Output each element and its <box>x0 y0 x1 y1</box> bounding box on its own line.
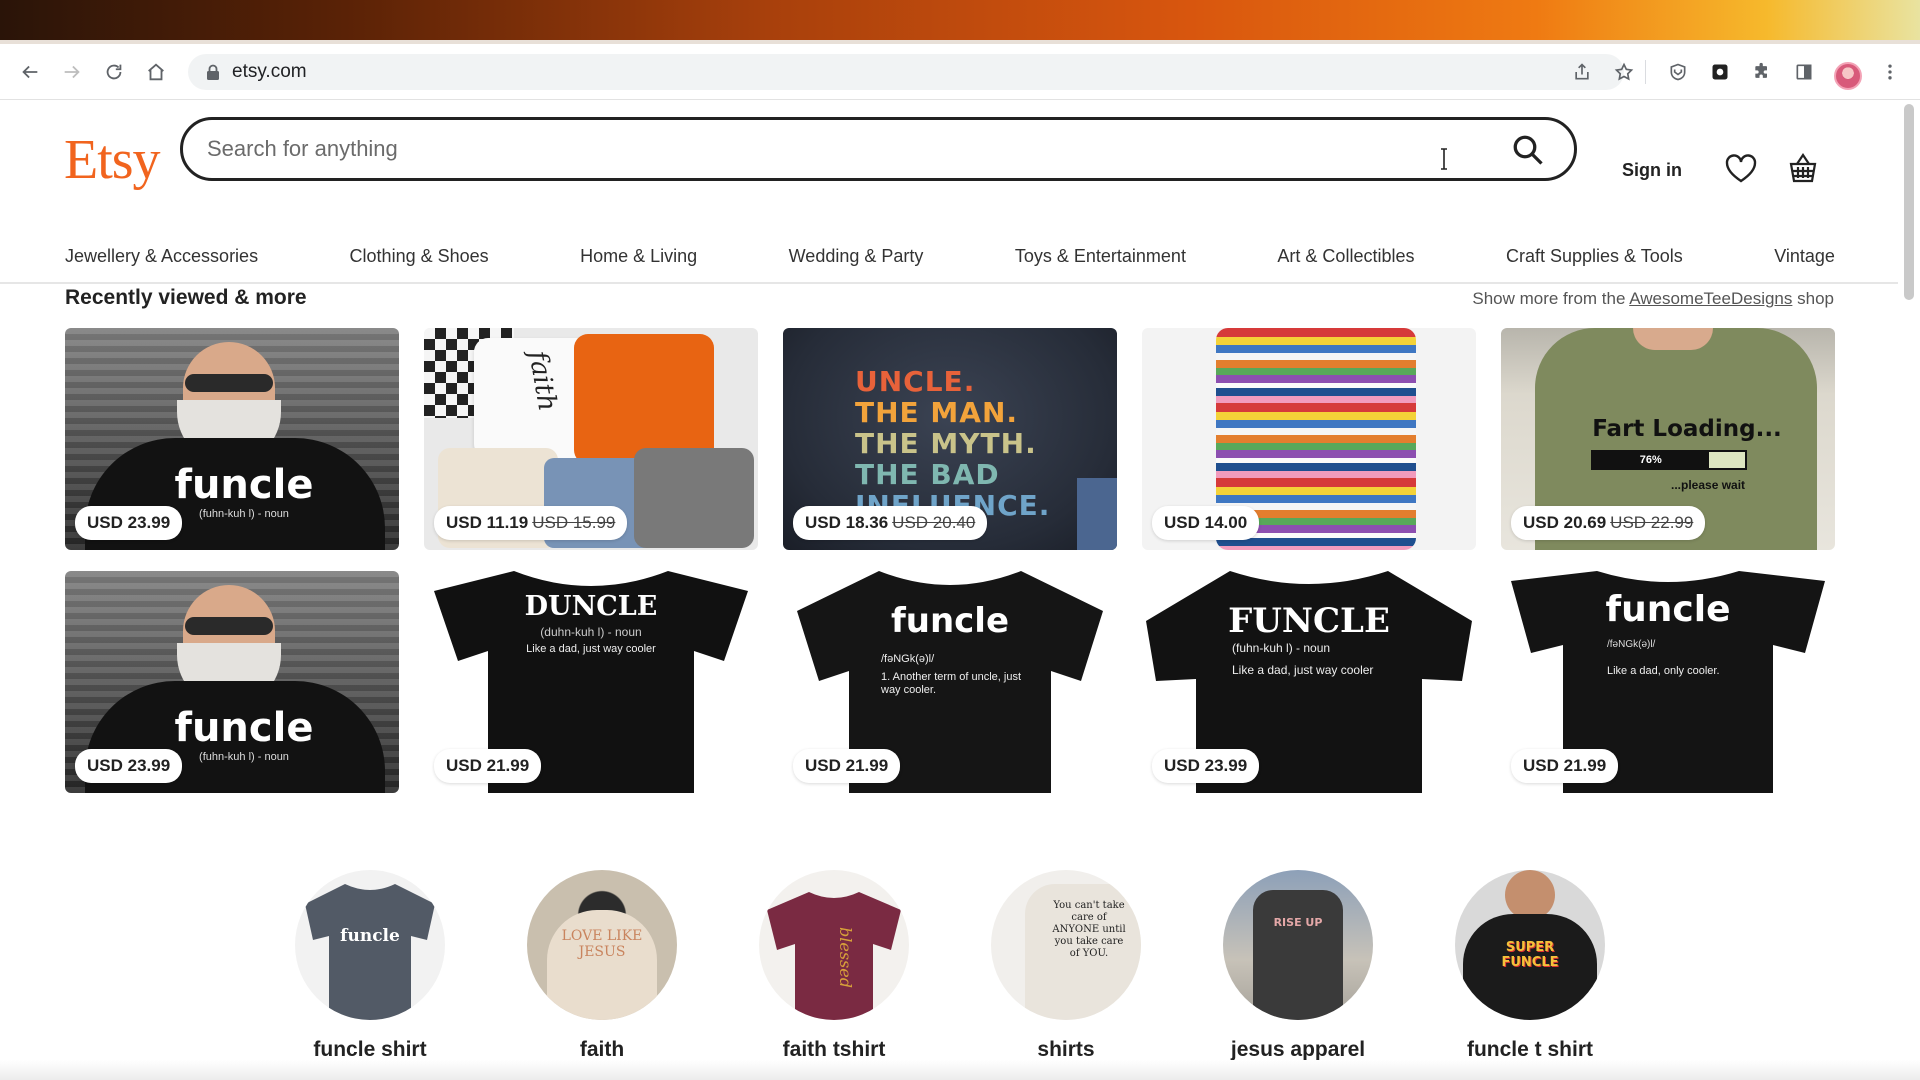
product-card-tshirt-stack[interactable]: USD 14.00 <box>1142 328 1476 550</box>
nav-divider <box>0 282 1898 284</box>
recently-viewed-title: Recently viewed & more <box>65 286 307 309</box>
shirt-print: UNCLE. THE MAN. THE MYTH. THE BAD INFLUE… <box>855 365 1049 521</box>
category-art[interactable]: Art & Collectibles <box>1277 246 1414 267</box>
puzzle-extensions-icon[interactable] <box>1746 56 1778 88</box>
category-vintage[interactable]: Vintage <box>1774 246 1835 267</box>
shop-name-link[interactable]: AwesomeTeeDesigns <box>1629 289 1792 308</box>
suggestion-label: shirts <box>1037 1038 1095 1061</box>
search-bar[interactable] <box>180 117 1577 181</box>
category-craft[interactable]: Craft Supplies & Tools <box>1506 246 1683 267</box>
address-bar[interactable]: etsy.com <box>188 54 1624 90</box>
sign-in-link[interactable]: Sign in <box>1622 160 1682 181</box>
search-suggestion-faith-tshirt[interactable]: blessed faith tshirt <box>744 870 924 1062</box>
shirt-print: funcle <box>174 705 314 751</box>
window-title-bar <box>0 0 1920 44</box>
page-bottom-shade <box>0 1060 1920 1080</box>
product-card-faith[interactable]: faith USD 11.19 USD 15.99 <box>424 328 758 550</box>
product-card-funcle-bold[interactable]: FUNCLE (fuhn-kuh l) - noun Like a dad, j… <box>1142 571 1476 793</box>
profile-avatar[interactable] <box>1834 62 1862 90</box>
product-card-fart-loading[interactable]: Fart Loading... 76% ...please wait USD 2… <box>1501 328 1835 550</box>
suggestion-image: LOVE LIKE JESUS <box>527 870 677 1020</box>
lock-icon <box>207 64 219 80</box>
shirt-print: funcle <box>174 462 314 508</box>
price-tag: USD 23.99 <box>75 506 183 540</box>
page-scrollbar[interactable] <box>1904 104 1914 300</box>
product-card-duncle[interactable]: DUNCLE (duhn-kuh l) - noun Like a dad, j… <box>424 571 758 793</box>
product-card-funcle-definition[interactable]: funcle /fəNGk(ə)l/ 1. Another term of un… <box>783 571 1117 793</box>
suggestion-label: funcle t shirt <box>1466 1038 1593 1061</box>
price-tag: USD 14.00 <box>1152 506 1260 540</box>
search-icon[interactable] <box>1510 132 1546 168</box>
suggestion-image: SUPER FUNCLE <box>1455 870 1605 1020</box>
product-card-uncle-myth[interactable]: UNCLE. THE MAN. THE MYTH. THE BAD INFLUE… <box>783 328 1117 550</box>
price-tag: USD 18.36 USD 20.40 <box>793 506 988 540</box>
suggestion-image: You can't take care of ANYONE until you … <box>991 870 1141 1020</box>
shield-extension-icon[interactable] <box>1662 56 1694 88</box>
category-toys[interactable]: Toys & Entertainment <box>1015 246 1186 267</box>
suggestion-image: blessed <box>759 870 909 1020</box>
search-input[interactable] <box>207 136 1407 162</box>
category-jewellery[interactable]: Jewellery & Accessories <box>65 246 258 267</box>
suggestion-image: RISE UP <box>1223 870 1373 1020</box>
product-card-funcle-man-2[interactable]: funcle (fuhn-kuh l) - noun USD 23.99 <box>65 571 399 793</box>
price-tag: USD 11.19 USD 15.99 <box>434 506 628 540</box>
share-icon[interactable] <box>1564 54 1600 90</box>
toolbar-divider <box>1645 60 1646 84</box>
search-suggestion-faith[interactable]: LOVE LIKE JESUS faith <box>512 870 692 1062</box>
price-tag: USD 23.99 <box>1152 749 1260 783</box>
shirt-print: DUNCLE <box>524 591 658 622</box>
side-panel-icon[interactable] <box>1788 56 1820 88</box>
price-tag: USD 21.99 <box>434 749 542 783</box>
shirt-print: FUNCLE <box>1228 601 1390 641</box>
shop-more-link: Show more from the AwesomeTeeDesigns sho… <box>1472 289 1834 308</box>
browser-toolbar: etsy.com <box>0 44 1920 100</box>
url-text: etsy.com <box>232 61 307 82</box>
etsy-logo[interactable]: Etsy <box>64 132 161 188</box>
product-card-funcle-noun[interactable]: funcle /fəNGk(ə)l/ Like a dad, only cool… <box>1501 571 1835 793</box>
search-suggestion-funcle-t-shirt[interactable]: SUPER FUNCLE funcle t shirt <box>1440 870 1620 1062</box>
loading-bar: 76% <box>1591 450 1747 470</box>
category-home[interactable]: Home & Living <box>580 246 697 267</box>
product-card-funcle-man[interactable]: funcle (fuhn-kuh l) - noun USD 23.99 <box>65 328 399 550</box>
extension-icon[interactable] <box>1704 56 1736 88</box>
suggestion-image: funcle <box>295 870 445 1020</box>
category-clothing[interactable]: Clothing & Shoes <box>350 246 489 267</box>
home-icon[interactable] <box>140 56 172 88</box>
forward-icon[interactable] <box>56 56 88 88</box>
text-cursor-icon <box>1441 148 1447 170</box>
shirt-print: Fart Loading... <box>1592 416 1782 442</box>
category-nav: Jewellery & Accessories Clothing & Shoes… <box>65 246 1835 267</box>
reload-icon[interactable] <box>98 56 130 88</box>
search-suggestion-jesus-apparel[interactable]: RISE UP jesus apparel <box>1208 870 1388 1062</box>
cart-icon[interactable] <box>1788 152 1818 184</box>
category-wedding[interactable]: Wedding & Party <box>789 246 924 267</box>
price-tag: USD 20.69 USD 22.99 <box>1511 506 1706 540</box>
search-suggestion-funcle-shirt[interactable]: funcle funcle shirt <box>280 870 460 1062</box>
price-tag: USD 21.99 <box>793 749 901 783</box>
suggestion-label: faith tshirt <box>782 1038 886 1061</box>
suggestion-label: faith <box>579 1038 625 1061</box>
suggestion-label: jesus apparel <box>1230 1038 1366 1061</box>
price-tag: USD 23.99 <box>75 749 183 783</box>
kebab-menu-icon[interactable] <box>1874 56 1906 88</box>
price-tag: USD 21.99 <box>1511 749 1619 783</box>
search-suggestion-shirts[interactable]: You can't take care of ANYONE until you … <box>976 870 1156 1062</box>
shirt-print: funcle <box>1605 589 1731 630</box>
back-icon[interactable] <box>14 56 46 88</box>
suggestion-label: funcle shirt <box>313 1038 427 1061</box>
bookmark-star-icon[interactable] <box>1606 54 1642 90</box>
heart-icon[interactable] <box>1725 154 1757 184</box>
shirt-print: funcle <box>890 601 1010 641</box>
